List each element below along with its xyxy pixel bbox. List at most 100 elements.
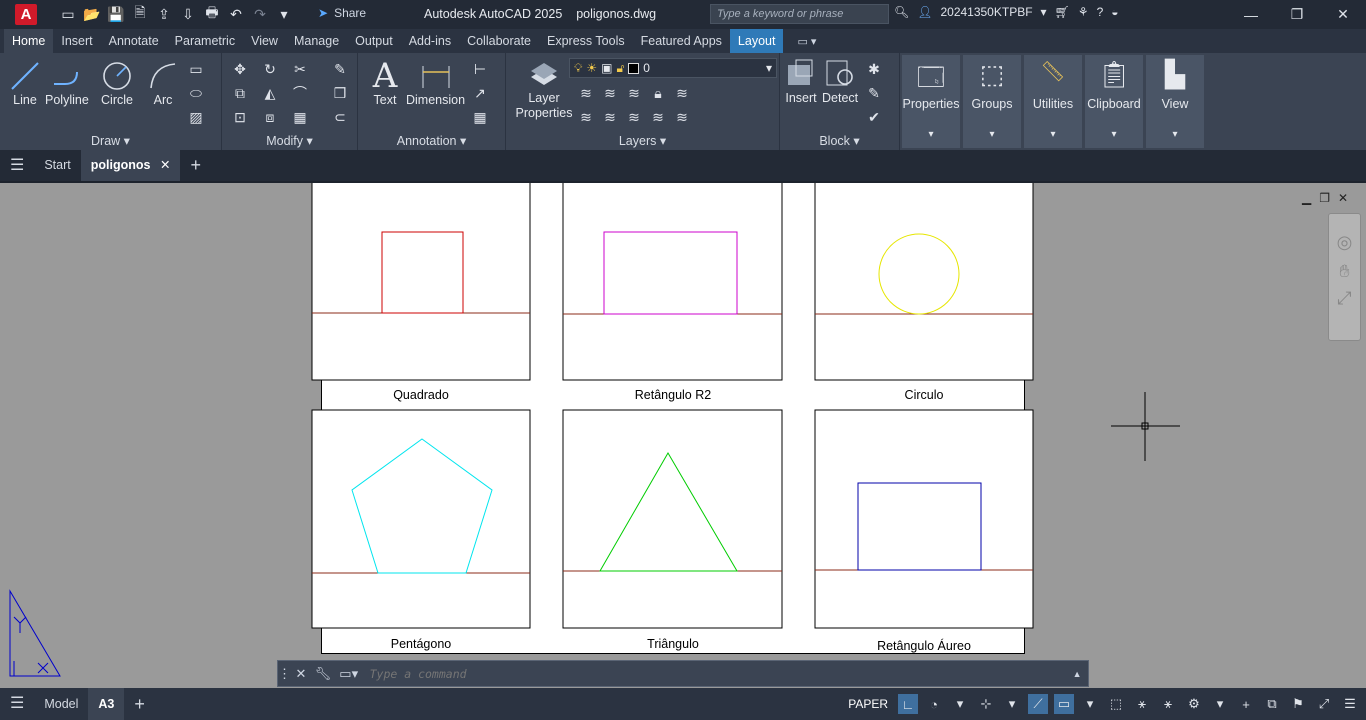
autocad-logo-icon[interactable]: A [15,4,37,25]
text-button[interactable]: A Text [368,56,402,107]
undo-icon[interactable]: ↶ [226,4,246,24]
plot-icon[interactable]: 🖶 [202,4,222,24]
help-icon[interactable]: ? [1097,5,1104,19]
erase-icon[interactable]: ✎ [330,59,350,79]
clipboard-button[interactable]: 📋︎ Clipboard ▾ [1085,55,1143,148]
autodesk-app-icon[interactable]: ⚘ [1078,5,1089,19]
history-up-icon[interactable]: ▲ [1066,669,1088,679]
layer-tool-icon[interactable]: ≋ [624,107,644,127]
command-input[interactable] [369,666,1067,681]
model-tab[interactable]: Model [34,688,88,720]
polar-icon[interactable]: ◔ [924,694,944,714]
arc-button[interactable]: Arc [146,59,180,107]
save-web-icon[interactable]: ⇩ [178,4,198,24]
drawing-canvas[interactable]: ▁ ❐ ✕ ◎ ✋︎ ⤢ Quadrado Retângulo R2 Circu… [0,183,1366,688]
properties-button[interactable]: 🗔︎ Properties ▾ [902,55,960,148]
select-icon[interactable]: ⬚ [1106,694,1126,714]
viewport-frame[interactable] [311,183,531,381]
layer-properties-button[interactable]: Layer Properties [514,57,574,121]
tab-collaborate[interactable]: Collaborate [459,29,539,53]
polyline-button[interactable]: Polyline [45,59,89,107]
annotation-panel-label[interactable]: Annotation ▾ [358,133,505,148]
dropdown-icon[interactable]: ▾ [1210,694,1230,714]
open-web-icon[interactable]: ⇪ [154,4,174,24]
share-button[interactable]: ➤ Share [318,6,366,20]
grip-icon[interactable]: ⋮ [278,666,291,682]
tab-annotate[interactable]: Annotate [101,29,167,53]
scale-icon[interactable]: ⧈ [260,107,280,127]
line-button[interactable]: Line [8,59,42,107]
user-icon[interactable]: 👤︎ [917,5,932,19]
groups-button[interactable]: ⬚ Groups ▾ [963,55,1021,148]
attribute-icon[interactable]: ✔ [864,107,884,127]
mirror-icon[interactable]: ◭ [260,83,280,103]
tab-add-ins[interactable]: Add-ins [401,29,459,53]
tab-featured-apps[interactable]: Featured Apps [633,29,730,53]
viewport-frame[interactable] [562,409,783,629]
modify-panel-label[interactable]: Modify ▾ [222,133,357,148]
tab-view[interactable]: View [243,29,286,53]
edit-block-icon[interactable]: ✎ [864,83,884,103]
tab-home[interactable]: Home [4,29,54,53]
ribbon-options-icon[interactable]: ▭ ▾ [797,35,816,48]
customize-icon[interactable]: ☰ [1340,694,1360,714]
layer-tool-icon[interactable]: ≋ [600,83,620,103]
app-menu-icon[interactable]: ☰ [0,150,34,181]
layer-lock-icon[interactable]: 🔒︎ [648,83,668,103]
tab-insert[interactable]: Insert [53,29,100,53]
detect-button[interactable]: Detect [822,57,858,105]
tab-parametric[interactable]: Parametric [167,29,243,53]
layer-tool-icon[interactable]: ≋ [600,107,620,127]
viewport-frame[interactable] [311,409,531,629]
linear-dim-icon[interactable]: ⊢ [470,59,490,79]
leader-icon[interactable]: ↗ [470,83,490,103]
layer-tool-icon[interactable]: ≋ [648,107,668,127]
array-icon[interactable]: ▦ [290,107,310,127]
explode-icon[interactable]: ❒ [330,83,350,103]
minimize-icon[interactable]: — [1228,0,1274,29]
close-cmd-icon[interactable]: ✕ [290,666,312,682]
isolate-icon[interactable]: ⚑ [1288,694,1308,714]
user-name[interactable]: 20241350KTPBF [940,5,1032,19]
move-icon[interactable]: ✥ [230,59,250,79]
user-dropdown-icon[interactable]: ▾ [1041,5,1047,19]
layer-tool-icon[interactable]: ≋ [576,83,596,103]
redo-icon[interactable]: ↷ [250,4,270,24]
selection-cycling-icon[interactable]: ▭ [1054,694,1074,714]
layer-tool-icon[interactable]: ≋ [576,107,596,127]
rectangle-icon[interactable]: ▭ [186,59,206,79]
new-file-icon[interactable]: ▭ [58,4,78,24]
layout-a3-tab[interactable]: A3 [88,688,125,720]
add-layout-icon[interactable]: + [124,688,155,720]
hardware-acceleration-icon[interactable]: ⧉ [1262,694,1282,714]
cart-icon[interactable]: 🛒︎ [1055,5,1070,19]
copy-icon[interactable]: ⧉ [230,83,250,103]
create-block-icon[interactable]: ✱ [864,59,884,79]
save-as-icon[interactable]: 🗎 [130,4,150,24]
snap-icon[interactable]: ∟ [898,694,918,714]
search-input[interactable]: Type a keyword or phrase [710,4,889,24]
viewport-frame[interactable] [562,183,783,381]
tab-express-tools[interactable]: Express Tools [539,29,633,53]
settings-gear-icon[interactable]: ⚙ [1184,694,1204,714]
start-tab[interactable]: Start [34,150,80,181]
qat-dropdown-icon[interactable]: ▾ [274,4,294,24]
dropdown-icon[interactable]: ▾ [950,694,970,714]
layer-tool-icon[interactable]: ≋ [672,83,692,103]
dropdown-icon[interactable]: ▾ [1002,694,1022,714]
tab-manage[interactable]: Manage [286,29,347,53]
block-panel-label[interactable]: Block ▾ [780,133,899,148]
dimension-button[interactable]: Dimension [406,59,465,107]
fillet-icon[interactable]: ⌒ [290,83,310,103]
layer-tool-icon[interactable]: ≋ [672,107,692,127]
layer-tool-icon[interactable]: ≋ [624,83,644,103]
close-icon[interactable]: ✕ [1320,0,1366,29]
circle-button[interactable]: Circle [100,59,134,107]
customize-wrench-icon[interactable]: 🔧︎ [312,666,334,682]
annotation-scale-icon[interactable]: ⚹ [1158,694,1178,714]
draw-panel-label[interactable]: Draw ▾ [0,133,221,148]
dropdown-icon[interactable]: ▾ [1080,694,1100,714]
lineweight-icon[interactable]: ⟋ [1028,694,1048,714]
hatch-icon[interactable]: ▨ [186,107,206,127]
search-icon[interactable]: 🔍︎ [894,5,909,19]
